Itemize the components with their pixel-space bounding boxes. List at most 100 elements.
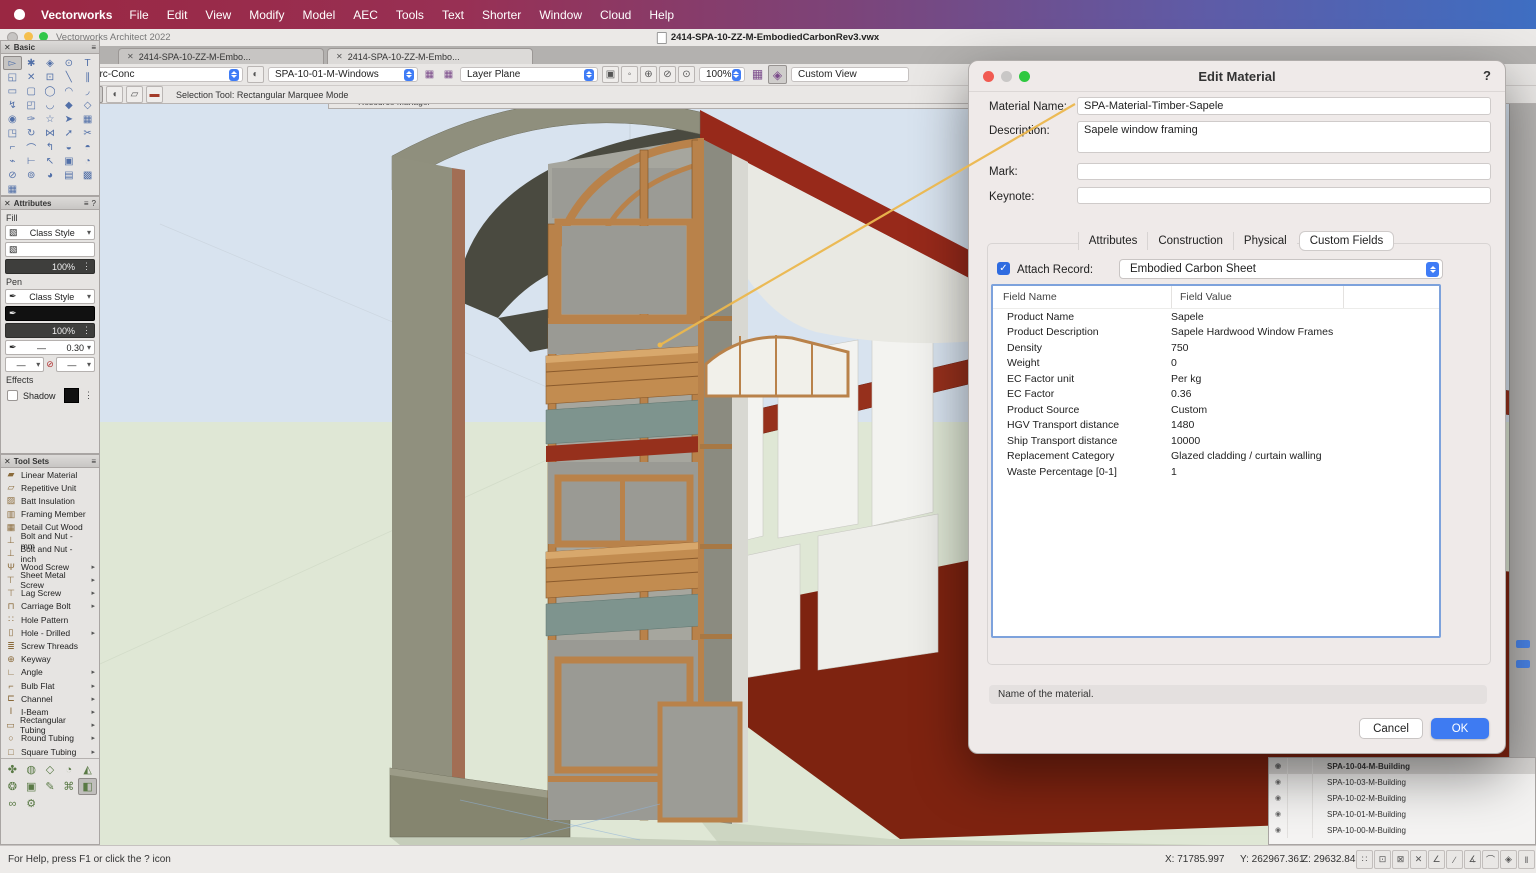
- visibility-eye-icon[interactable]: ◉: [1269, 794, 1287, 802]
- layer-row[interactable]: ◉ SPA-10-02-M-Building: [1269, 790, 1535, 806]
- table-row[interactable]: EC Factor 0.36: [993, 387, 1439, 403]
- tool-set-item[interactable]: ⊓ Carriage Bolt ▸: [1, 600, 99, 613]
- ok-button[interactable]: OK: [1431, 718, 1489, 739]
- basic-tool-icon[interactable]: ⊡: [41, 70, 60, 84]
- panel-icon[interactable]: [1516, 640, 1530, 648]
- basic-tool-icon[interactable]: ▣: [59, 154, 78, 168]
- table-row[interactable]: Ship Transport distance 10000: [993, 433, 1439, 449]
- class-view-icon[interactable]: ▦: [441, 67, 456, 82]
- basic-tool-icon[interactable]: ✕: [22, 70, 41, 84]
- pen-color-well[interactable]: ✒: [5, 306, 95, 321]
- attach-record-checkbox[interactable]: ✓: [997, 262, 1010, 275]
- snap-icon[interactable]: ◈: [1500, 850, 1517, 869]
- mode-icon[interactable]: ▱: [126, 86, 143, 103]
- basic-tool-icon[interactable]: ◒: [59, 140, 78, 154]
- field-name-header[interactable]: Field Name: [993, 291, 1171, 303]
- fill-color-well[interactable]: ▧: [5, 242, 95, 257]
- basic-tool-icon[interactable]: ➚: [59, 126, 78, 140]
- basic-tool-icon[interactable]: ◇: [78, 98, 97, 112]
- snap-icon[interactable]: ∕: [1446, 850, 1463, 869]
- zoom-level-field[interactable]: 100%: [699, 67, 745, 82]
- tool-set-category-icon[interactable]: ◇: [41, 761, 60, 778]
- menu-item[interactable]: View: [196, 8, 240, 22]
- panel-icon[interactable]: [1516, 660, 1530, 668]
- keynote-input[interactable]: [1077, 187, 1491, 204]
- tool-set-item[interactable]: ⌐ Bulb Flat ▸: [1, 679, 99, 692]
- table-row[interactable]: Waste Percentage [0-1] 1: [993, 464, 1439, 480]
- basic-tool-icon[interactable]: ◓: [78, 140, 97, 154]
- basic-tool-icon[interactable]: ▻: [3, 56, 22, 70]
- snap-icon[interactable]: ✕: [1410, 850, 1427, 869]
- basic-tool-icon[interactable]: ◱: [3, 70, 22, 84]
- menu-item[interactable]: Edit: [158, 8, 197, 22]
- tool-set-category-icon[interactable]: ▣: [22, 778, 41, 795]
- basic-tool-icon[interactable]: ▦: [3, 182, 22, 196]
- record-format-dropdown[interactable]: Embodied Carbon Sheet: [1119, 259, 1443, 279]
- layer-row[interactable]: ◉ SPA-10-04-M-Building: [1269, 758, 1535, 774]
- record-fields-table[interactable]: Field Name Field Value Product Name Sape…: [991, 284, 1441, 638]
- basic-tool-icon[interactable]: ⋈: [41, 126, 60, 140]
- menu-item[interactable]: Window: [530, 8, 591, 22]
- tab-close-icon[interactable]: ✕: [127, 52, 134, 61]
- menu-item[interactable]: Model: [294, 8, 345, 22]
- menu-item[interactable]: Shorter: [473, 8, 530, 22]
- tool-set-category-icon[interactable]: ✤: [3, 761, 22, 778]
- snap-icon[interactable]: ⊡: [1374, 850, 1391, 869]
- close-icon[interactable]: ✕: [4, 457, 11, 466]
- table-row[interactable]: Weight 0: [993, 356, 1439, 372]
- tab-close-icon[interactable]: ✕: [336, 52, 343, 61]
- field-value-header[interactable]: Field Value: [1171, 286, 1343, 308]
- basic-tool-icon[interactable]: ⊚: [22, 168, 41, 182]
- layer-row[interactable]: ◉ SPA-10-03-M-Building: [1269, 774, 1535, 790]
- visibility-eye-icon[interactable]: ◉: [1269, 762, 1287, 770]
- basic-tool-icon[interactable]: ∥: [78, 70, 97, 84]
- dialog-tab[interactable]: Physical: [1233, 232, 1297, 250]
- pen-style-dropdown[interactable]: ✒ Class Style ▾: [5, 289, 95, 304]
- record-stepper-icon[interactable]: [1426, 262, 1439, 277]
- menu-item[interactable]: Help: [640, 8, 683, 22]
- tool-set-item[interactable]: ⊤ Sheet Metal Screw ▸: [1, 574, 99, 587]
- tool-set-item[interactable]: ⊏ Channel ▸: [1, 692, 99, 705]
- more-icon[interactable]: ⋮: [82, 325, 91, 336]
- class-stepper-icon[interactable]: [229, 69, 239, 81]
- menu-item[interactable]: Cloud: [591, 8, 640, 22]
- basic-tool-icon[interactable]: ◳: [3, 126, 22, 140]
- shadow-color-swatch[interactable]: [64, 388, 79, 403]
- menu-icon[interactable]: ≡: [84, 199, 89, 208]
- snap-icon[interactable]: ∡: [1464, 850, 1481, 869]
- tool-set-item[interactable]: ⊥ Bolt and Nut - inch ▸: [1, 547, 99, 560]
- tool-set-item[interactable]: ∷ Hole Pattern ▸: [1, 613, 99, 626]
- toolbar-icon[interactable]: ⊘: [659, 66, 676, 83]
- active-plane-dropdown[interactable]: Layer Plane: [460, 67, 598, 82]
- dialog-title-bar[interactable]: Edit Material: [969, 61, 1505, 92]
- layer-toggle-icon[interactable]: ◐: [247, 66, 264, 83]
- basic-tool-icon[interactable]: ▩: [78, 168, 97, 182]
- more-icon[interactable]: ⋮: [84, 390, 93, 401]
- menu-item[interactable]: File: [120, 8, 157, 22]
- zoom-stepper-icon[interactable]: [732, 69, 741, 81]
- basic-tool-icon[interactable]: ◕: [41, 168, 60, 182]
- no-marker-icon[interactable]: ⊘: [46, 359, 54, 370]
- table-row[interactable]: Product Description Sapele Hardwood Wind…: [993, 325, 1439, 341]
- layer-row[interactable]: ◉ SPA-10-01-M-Building: [1269, 806, 1535, 822]
- menu-item[interactable]: Text: [433, 8, 473, 22]
- line-weight-dropdown[interactable]: ✒ — 0.30 ▾: [5, 340, 95, 355]
- tool-set-category-icon[interactable]: ❂: [3, 778, 22, 795]
- tool-set-item[interactable]: ∟ Angle ▸: [1, 666, 99, 679]
- active-layer-dropdown[interactable]: SPA-10-01-M-Windows: [268, 67, 418, 82]
- dialog-help-icon[interactable]: ?: [1483, 68, 1491, 83]
- basic-tool-icon[interactable]: ⊙: [59, 56, 78, 70]
- document-tab[interactable]: ✕ 2414-SPA-10-ZZ-M-Embo...: [327, 48, 533, 64]
- table-row[interactable]: HGV Transport distance 1480: [993, 418, 1439, 434]
- layer-row[interactable]: ◉ SPA-10-00-M-Building: [1269, 822, 1535, 838]
- basic-tool-icon[interactable]: ➤: [59, 112, 78, 126]
- basic-tool-icon[interactable]: ↰: [41, 140, 60, 154]
- mode-icon[interactable]: ◖: [106, 86, 123, 103]
- table-row[interactable]: Density 750: [993, 340, 1439, 356]
- basic-tool-icon[interactable]: ↯: [3, 98, 22, 112]
- line-style-dropdown[interactable]: — ▾: [5, 357, 44, 372]
- snap-icon[interactable]: ∷: [1356, 850, 1373, 869]
- table-row[interactable]: EC Factor unit Per kg: [993, 371, 1439, 387]
- basic-tool-icon[interactable]: ◠: [59, 84, 78, 98]
- tool-set-category-icon[interactable]: ◭: [78, 761, 97, 778]
